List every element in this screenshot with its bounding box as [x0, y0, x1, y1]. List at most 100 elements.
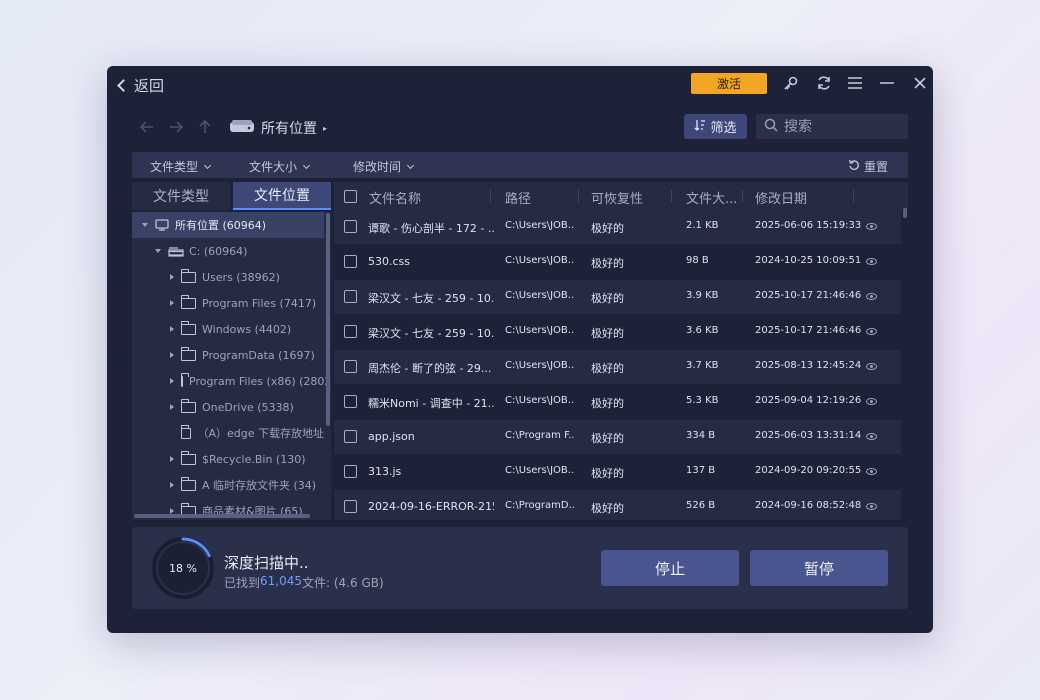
- row-checkbox[interactable]: [344, 430, 357, 443]
- expand-arrow-icon[interactable]: [170, 482, 174, 488]
- table-row[interactable]: 糯米Nomi - 调查中 - 21... C:\Users\JOB... 极好的…: [334, 385, 901, 419]
- row-checkbox[interactable]: [344, 325, 357, 338]
- key-icon[interactable]: [781, 73, 801, 93]
- header-path[interactable]: 路径: [505, 188, 531, 207]
- table-row[interactable]: 530.css C:\Users\JOB... 极好的 98 B 2024-10…: [334, 245, 901, 279]
- preview-eye-icon[interactable]: [866, 503, 877, 510]
- header-recoverability[interactable]: 可恢复性: [591, 188, 643, 207]
- expand-arrow-icon[interactable]: [142, 223, 148, 227]
- expand-arrow-icon[interactable]: [170, 300, 174, 306]
- expand-arrow-icon[interactable]: [170, 326, 174, 332]
- row-checkbox[interactable]: [344, 500, 357, 513]
- modified-time-dropdown[interactable]: 修改时间: [353, 158, 415, 175]
- reset-button[interactable]: 重置: [848, 158, 888, 175]
- file-size-dropdown[interactable]: 文件大小: [249, 158, 311, 175]
- expand-arrow-icon[interactable]: [170, 274, 174, 280]
- tree-item[interactable]: Windows (4402): [132, 316, 324, 342]
- row-checkbox[interactable]: [344, 290, 357, 303]
- search-box[interactable]: [756, 114, 908, 139]
- close-icon[interactable]: [910, 73, 930, 93]
- row-checkbox[interactable]: [344, 465, 357, 478]
- file-type-dropdown[interactable]: 文件类型: [150, 158, 212, 175]
- stop-button[interactable]: 停止: [601, 550, 739, 586]
- table-row[interactable]: 2024-09-16-ERROR-21528... C:\ProgramD...…: [334, 490, 901, 520]
- table-row[interactable]: app.json C:\Program F... 极好的 334 B 2025-…: [334, 420, 901, 454]
- folder-icon: [180, 476, 196, 491]
- table-row[interactable]: 谭歌 - 伤心剖半 - 172 - ... C:\Users\JOB... 极好…: [334, 210, 901, 244]
- filter-label: 筛选: [710, 121, 737, 136]
- tree-item[interactable]: Program Files (7417): [132, 290, 324, 316]
- tree-item[interactable]: $Recycle.Bin (130): [132, 446, 324, 472]
- tree-item[interactable]: 所有位置 (60964): [132, 212, 324, 238]
- preview-eye-icon[interactable]: [866, 363, 877, 370]
- tree-item[interactable]: Users (38962): [132, 264, 324, 290]
- cell-path: C:\Users\JOB...: [505, 290, 575, 301]
- expand-arrow-icon[interactable]: [170, 404, 174, 410]
- preview-eye-icon[interactable]: [866, 293, 877, 300]
- cell-size: 526 B: [686, 500, 716, 511]
- row-checkbox[interactable]: [344, 220, 357, 233]
- tree-vertical-scrollbar[interactable]: [326, 213, 330, 426]
- expand-arrow-icon[interactable]: [170, 456, 174, 462]
- table-row[interactable]: 周杰伦 - 断了的弦 - 29... C:\Users\JOB... 极好的 3…: [334, 350, 901, 384]
- tree-item-label: ProgramData (1697): [202, 348, 315, 362]
- tree-item[interactable]: A 临时存放文件夹 (34): [132, 472, 324, 498]
- pause-button[interactable]: 暂停: [750, 550, 888, 586]
- preview-eye-icon[interactable]: [866, 223, 877, 230]
- expand-arrow-icon[interactable]: [170, 352, 174, 358]
- tree-item-label: A 临时存放文件夹 (34): [202, 479, 317, 492]
- tree-item[interactable]: OneDrive (5338): [132, 394, 324, 420]
- table-vertical-scrollbar[interactable]: [903, 208, 907, 218]
- header-name[interactable]: 文件名称: [369, 188, 421, 207]
- back-button[interactable]: 返回: [115, 74, 164, 96]
- table-row[interactable]: 梁汉文 - 七友 - 259 - 10... C:\Users\JOB... 极…: [334, 315, 901, 349]
- location-breadcrumb[interactable]: 所有位置 ▸: [229, 118, 327, 138]
- column-divider[interactable]: [742, 190, 743, 202]
- refresh-icon[interactable]: [814, 73, 834, 93]
- row-checkbox[interactable]: [344, 255, 357, 268]
- file-size-label: 文件大小: [249, 160, 298, 174]
- nav-up-icon[interactable]: [197, 119, 215, 137]
- chevron-left-icon: [117, 78, 130, 92]
- chevron-down-icon: [406, 161, 415, 169]
- expand-arrow-icon[interactable]: [155, 249, 161, 253]
- reset-label: 重置: [864, 160, 889, 174]
- expand-arrow-icon[interactable]: [170, 378, 174, 384]
- tree-item[interactable]: ProgramData (1697): [132, 342, 324, 368]
- select-all-checkbox[interactable]: [344, 190, 357, 203]
- tree-item-label: 所有位置 (60964): [175, 219, 267, 232]
- tree-item-label: OneDrive (5338): [202, 400, 294, 414]
- column-divider[interactable]: [578, 190, 579, 202]
- progress-percent: 18 %: [169, 561, 197, 575]
- column-divider[interactable]: [671, 190, 672, 202]
- folder-icon: [180, 320, 196, 335]
- search-input[interactable]: [784, 118, 894, 135]
- activate-button[interactable]: 激活: [691, 73, 767, 94]
- nav-forward-icon[interactable]: [168, 119, 186, 137]
- row-checkbox[interactable]: [344, 360, 357, 373]
- tree-horizontal-scrollbar[interactable]: [134, 514, 310, 518]
- column-divider[interactable]: [853, 190, 854, 202]
- file-type-label: 文件类型: [150, 160, 199, 174]
- preview-eye-icon[interactable]: [866, 433, 877, 440]
- tree-item[interactable]: （A）edge 下载存放地址: [132, 420, 324, 446]
- tree-item[interactable]: Program Files (x86) (2802): [132, 368, 331, 394]
- preview-eye-icon[interactable]: [866, 398, 877, 405]
- filter-button[interactable]: 筛选: [684, 114, 747, 139]
- preview-eye-icon[interactable]: [866, 258, 877, 265]
- row-checkbox[interactable]: [344, 395, 357, 408]
- column-divider[interactable]: [490, 190, 491, 202]
- tab-file-location[interactable]: 文件位置: [233, 182, 331, 210]
- header-date[interactable]: 修改日期: [755, 188, 807, 207]
- nav-back-icon[interactable]: [139, 119, 157, 137]
- menu-icon[interactable]: [845, 73, 865, 93]
- tree-item[interactable]: C: (60964): [132, 238, 324, 264]
- cell-path: C:\Users\JOB...: [505, 395, 575, 406]
- table-row[interactable]: 梁汉文 - 七友 - 259 - 10... C:\Users\JOB... 极…: [334, 280, 901, 314]
- preview-eye-icon[interactable]: [866, 328, 877, 335]
- preview-eye-icon[interactable]: [866, 468, 877, 475]
- minimize-icon[interactable]: [877, 73, 897, 93]
- table-row[interactable]: 313.js C:\Users\JOB... 极好的 137 B 2024-09…: [334, 455, 901, 489]
- tab-file-type[interactable]: 文件类型: [132, 182, 230, 210]
- header-size[interactable]: 文件大...: [686, 188, 737, 207]
